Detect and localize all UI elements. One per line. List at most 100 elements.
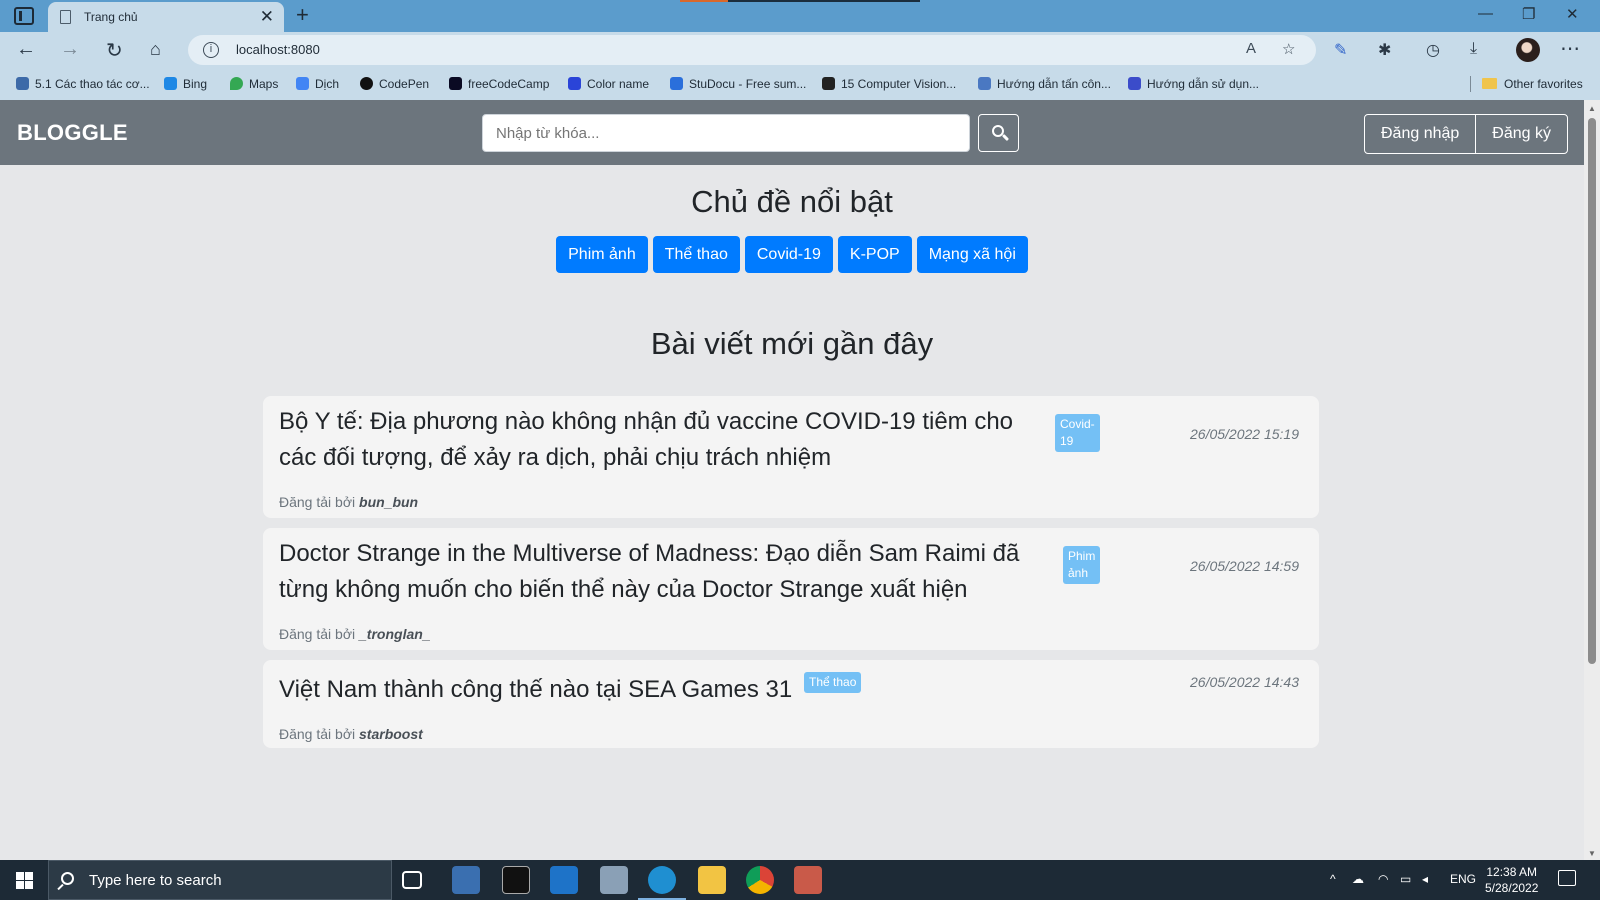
post-author: Đăng tải bởi bun_bun bbox=[279, 494, 419, 510]
taskbar-search[interactable]: Type here to search bbox=[48, 860, 392, 900]
login-button[interactable]: Đăng nhập bbox=[1365, 115, 1475, 153]
extensions-icon[interactable]: ✱ bbox=[1378, 40, 1391, 60]
favorite-item[interactable]: freeCodeCamp bbox=[449, 77, 549, 91]
post-author: Đăng tải bởi _tronglan_ bbox=[279, 626, 431, 642]
history-icon[interactable]: ◷ bbox=[1426, 40, 1440, 60]
page-scrollbar[interactable]: ▲ ▼ bbox=[1584, 100, 1600, 860]
post-category-badge[interactable]: Phim ảnh bbox=[1063, 546, 1100, 584]
favorite-item[interactable]: Bing bbox=[164, 77, 207, 91]
restore-icon[interactable]: ❐ bbox=[1522, 5, 1535, 23]
topic-button[interactable]: Covid-19 bbox=[744, 236, 833, 273]
app-icon[interactable] bbox=[794, 866, 822, 894]
edge-icon[interactable] bbox=[638, 866, 686, 900]
back-icon[interactable]: ← bbox=[16, 38, 36, 61]
post-category-badge[interactable]: Thể thao bbox=[804, 672, 862, 693]
add-favorite-icon[interactable]: ☆ bbox=[1282, 40, 1295, 58]
medium-icon bbox=[822, 77, 835, 90]
file-explorer-icon[interactable] bbox=[698, 866, 726, 894]
window-accent bbox=[680, 0, 920, 2]
post-card[interactable]: Doctor Strange in the Multiverse of Madn… bbox=[263, 528, 1319, 650]
terminal-icon[interactable] bbox=[502, 866, 530, 894]
post-date: 26/05/2022 14:59 bbox=[1190, 558, 1299, 574]
pen-icon[interactable]: ✎ bbox=[1334, 40, 1347, 60]
health-app-icon[interactable] bbox=[550, 866, 578, 894]
wifi-icon[interactable]: ◠ bbox=[1378, 872, 1388, 886]
battery-icon[interactable]: ▭ bbox=[1400, 872, 1411, 886]
favorite-item[interactable]: CodePen bbox=[360, 77, 429, 91]
favorite-item[interactable]: Dịch bbox=[296, 77, 339, 91]
favorite-item[interactable]: Hướng dẫn tấn côn... bbox=[978, 77, 1111, 91]
site-info-icon[interactable]: i bbox=[203, 42, 219, 58]
post-card[interactable]: Việt Nam thành công thế nào tại SEA Game… bbox=[263, 660, 1319, 748]
search-button[interactable] bbox=[978, 114, 1019, 152]
taskbar-search-placeholder: Type here to search bbox=[89, 872, 222, 889]
windows-start-icon[interactable] bbox=[16, 872, 33, 889]
post-title[interactable]: Doctor Strange in the Multiverse of Madn… bbox=[279, 536, 1019, 608]
taskbar-clock[interactable]: 12:38 AM 5/28/2022 bbox=[1485, 864, 1538, 896]
favorite-item[interactable]: Maps bbox=[230, 77, 278, 91]
address-toolbar: ← → ↻ ⌂ i localhost:8080 A ☆ ✎ ✱ ◷ ⤓ ⋯ bbox=[0, 32, 1600, 68]
scroll-up-icon[interactable]: ▲ bbox=[1588, 104, 1596, 113]
post-card[interactable]: Bộ Y tế: Địa phương nào không nhận đủ va… bbox=[263, 396, 1319, 518]
task-view-icon[interactable] bbox=[402, 871, 422, 889]
topic-button[interactable]: K-POP bbox=[837, 236, 912, 273]
downloads-icon[interactable]: ⤓ bbox=[1470, 40, 1477, 58]
site-brand[interactable]: BLOGGLE bbox=[17, 120, 128, 146]
close-window-icon[interactable]: ✕ bbox=[1566, 5, 1579, 23]
recent-posts-heading: Bài viết mới gần đây bbox=[650, 326, 934, 361]
search-input[interactable] bbox=[482, 114, 970, 152]
search-icon bbox=[61, 872, 74, 885]
favorite-item[interactable]: 5.1 Các thao tác cơ... bbox=[16, 77, 150, 91]
tab-actions-icon[interactable] bbox=[14, 7, 34, 25]
favorite-item[interactable]: Hướng dẫn sử dụn... bbox=[1128, 77, 1259, 91]
profile-avatar[interactable] bbox=[1516, 38, 1540, 62]
studocu-icon bbox=[670, 77, 683, 90]
favorite-item[interactable]: Color name bbox=[568, 77, 649, 91]
codepen-icon bbox=[360, 77, 373, 90]
freecodecamp-icon bbox=[449, 77, 462, 90]
topics-heading: Chủ đề nổi bật bbox=[691, 184, 893, 219]
onedrive-icon[interactable]: ☁ bbox=[1352, 872, 1364, 886]
scroll-down-icon[interactable]: ▼ bbox=[1588, 849, 1596, 858]
forward-icon[interactable]: → bbox=[60, 38, 80, 61]
tab-title: Trang chủ bbox=[84, 10, 138, 24]
favorite-item[interactable]: 15 Computer Vision... bbox=[822, 77, 956, 91]
topic-button[interactable]: Phim ảnh bbox=[556, 236, 648, 273]
post-title[interactable]: Bộ Y tế: Địa phương nào không nhận đủ va… bbox=[279, 404, 1013, 476]
guide-icon bbox=[1128, 77, 1141, 90]
site-navbar: BLOGGLE Đăng nhập Đăng ký bbox=[0, 100, 1584, 165]
new-tab-icon[interactable]: + bbox=[296, 2, 309, 28]
refresh-icon[interactable]: ↻ bbox=[106, 38, 123, 63]
windows-taskbar: Type here to search ^ ☁ ◠ ▭ ◂ ENG 12:38 … bbox=[0, 860, 1600, 900]
language-indicator[interactable]: ENG bbox=[1450, 872, 1476, 886]
home-icon[interactable]: ⌂ bbox=[150, 39, 161, 60]
volume-icon[interactable]: ◂ bbox=[1422, 872, 1428, 886]
post-date: 26/05/2022 14:43 bbox=[1190, 674, 1299, 690]
browser-tab[interactable]: Trang chủ ✕ bbox=[48, 2, 284, 32]
topic-button[interactable]: Thể thao bbox=[652, 236, 740, 273]
text-icon bbox=[16, 77, 29, 90]
other-favorites[interactable]: Other favorites bbox=[1482, 77, 1583, 91]
favorites-bar: 5.1 Các thao tác cơ... Bing Maps Dịch Co… bbox=[0, 68, 1600, 100]
app-icon[interactable] bbox=[600, 866, 628, 894]
read-aloud-icon[interactable]: A bbox=[1246, 40, 1256, 57]
scrollbar-thumb[interactable] bbox=[1588, 118, 1596, 664]
minimize-icon[interactable]: — bbox=[1478, 5, 1493, 22]
notifications-icon[interactable] bbox=[1558, 870, 1576, 886]
favorite-item[interactable]: StuDocu - Free sum... bbox=[670, 77, 806, 91]
bing-icon bbox=[164, 77, 177, 90]
more-icon[interactable]: ⋯ bbox=[1560, 36, 1580, 61]
post-category-badge[interactable]: Covid- 19 bbox=[1055, 414, 1100, 452]
page-icon bbox=[60, 10, 71, 24]
post-title[interactable]: Việt Nam thành công thế nào tại SEA Game… bbox=[279, 672, 792, 708]
browser-tab-strip: Trang chủ ✕ + — ❐ ✕ bbox=[0, 0, 1600, 32]
show-hidden-icons-icon[interactable]: ^ bbox=[1330, 872, 1336, 886]
url-text[interactable]: localhost:8080 bbox=[236, 42, 320, 57]
close-tab-icon[interactable]: ✕ bbox=[260, 7, 274, 27]
favorites-divider bbox=[1470, 76, 1471, 92]
chrome-icon[interactable] bbox=[746, 866, 774, 894]
app-icon[interactable] bbox=[452, 866, 480, 894]
register-button[interactable]: Đăng ký bbox=[1475, 115, 1567, 153]
topic-button[interactable]: Mạng xã hội bbox=[916, 236, 1028, 273]
address-bar[interactable]: i localhost:8080 A ☆ bbox=[188, 35, 1316, 65]
